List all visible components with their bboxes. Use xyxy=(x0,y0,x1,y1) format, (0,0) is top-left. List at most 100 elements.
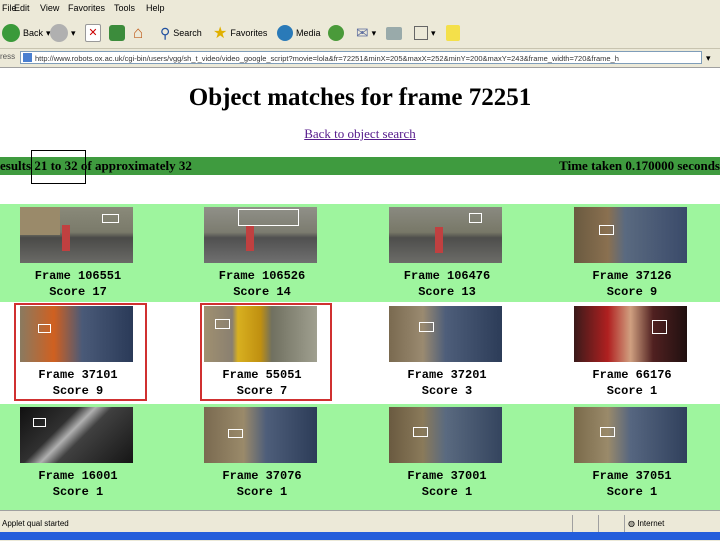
taskbar xyxy=(0,532,720,540)
toolbar: Back ▾ ▾ ✕ ⌂ ⚲ Search ★ Favorites Media … xyxy=(0,18,720,49)
frame-label: Frame 106476 xyxy=(403,269,491,283)
stop-icon: ✕ xyxy=(85,24,101,42)
frame-thumbnail[interactable] xyxy=(574,207,687,263)
score-label: Score 1 xyxy=(606,485,658,499)
score-label: Score 17 xyxy=(49,285,107,299)
back-button[interactable]: Back ▾ xyxy=(2,22,51,44)
frame-label: Frame 16001 xyxy=(38,469,118,483)
results-row: Frame 106551 Score 17 Frame 106526 Score… xyxy=(0,204,720,302)
home-icon: ⌂ xyxy=(133,23,144,42)
status-text: Applet qual started xyxy=(2,519,69,528)
result-cell[interactable]: Frame 37126 Score 9 xyxy=(567,204,697,300)
menu-view[interactable]: View xyxy=(40,3,59,13)
chevron-down-icon[interactable]: ▾ xyxy=(372,28,377,39)
frame-label: Frame 55051 xyxy=(222,368,302,382)
address-input[interactable]: http://www.robots.ox.ac.uk/cgi-bin/users… xyxy=(20,51,702,64)
frame-label: Frame 37101 xyxy=(38,368,118,382)
forward-button[interactable]: ▾ xyxy=(50,22,76,44)
print-button[interactable] xyxy=(386,22,402,44)
address-bar: ress http://www.robots.ox.ac.uk/cgi-bin/… xyxy=(0,49,720,68)
score-label: Score 1 xyxy=(606,384,658,398)
mail-button[interactable]: ✉ ▾ xyxy=(356,22,376,44)
score-label: Score 1 xyxy=(421,485,473,499)
chevron-down-icon[interactable]: ▾ xyxy=(71,28,76,39)
favorites-label: Favorites xyxy=(230,28,268,38)
search-button[interactable]: ⚲ Search xyxy=(160,22,202,44)
frame-label: Frame 106526 xyxy=(218,269,306,283)
refresh-button[interactable] xyxy=(109,22,125,44)
result-cell[interactable]: Frame 106551 Score 17 xyxy=(13,204,143,300)
result-cell[interactable]: Frame 37051 Score 1 xyxy=(567,404,697,500)
security-zone: ◍ Internet xyxy=(628,519,664,528)
frame-thumbnail[interactable] xyxy=(204,407,317,463)
result-cell[interactable]: Frame 106476 Score 13 xyxy=(382,204,512,300)
frame-label: Frame 37001 xyxy=(407,469,487,483)
frame-thumbnail[interactable] xyxy=(204,306,317,362)
home-button[interactable]: ⌂ xyxy=(133,22,143,44)
score-label: Score 9 xyxy=(606,285,658,299)
forward-arrow-icon xyxy=(50,24,68,42)
frame-thumbnail[interactable] xyxy=(574,407,687,463)
back-label: Back xyxy=(23,28,44,38)
result-cell[interactable]: Frame 55051 Score 7 xyxy=(197,303,327,399)
back-to-search-link[interactable]: Back to object search xyxy=(0,126,720,142)
results-row: Frame 37101 Score 9 Frame 55051 Score 7 … xyxy=(0,303,720,403)
media-globe-icon xyxy=(277,25,293,41)
score-label: Score 9 xyxy=(52,384,104,398)
page-content: Object matches for frame 72251 Back to o… xyxy=(0,68,720,510)
menu-edit[interactable]: Edit xyxy=(14,3,30,13)
score-label: Score 14 xyxy=(233,285,291,299)
result-cell[interactable]: Frame 16001 Score 1 xyxy=(13,404,143,500)
media-button[interactable]: Media xyxy=(277,22,321,44)
results-range-highlight xyxy=(31,150,86,184)
stop-button[interactable]: ✕ xyxy=(85,22,101,44)
results-row: Frame 16001 Score 1 Frame 37076 Score 1 … xyxy=(0,404,720,510)
status-divider xyxy=(572,515,573,533)
frame-thumbnail[interactable] xyxy=(389,407,502,463)
favorites-button[interactable]: ★ Favorites xyxy=(213,22,267,44)
frame-thumbnail[interactable] xyxy=(20,306,133,362)
frame-thumbnail[interactable] xyxy=(389,306,502,362)
page-title: Object matches for frame 72251 xyxy=(188,84,532,111)
result-cell[interactable]: Frame 106526 Score 14 xyxy=(197,204,327,300)
frame-thumbnail[interactable] xyxy=(574,306,687,362)
result-cell[interactable]: Frame 37101 Score 9 xyxy=(13,303,143,399)
chevron-down-icon[interactable]: ▾ xyxy=(706,53,711,64)
globe-icon: ◍ xyxy=(628,519,635,528)
history-button[interactable] xyxy=(328,22,344,44)
star-icon: ★ xyxy=(213,25,228,42)
frame-label: Frame 37051 xyxy=(592,469,672,483)
edit-button[interactable]: ▾ xyxy=(414,22,436,44)
menu-favorites[interactable]: Favorites xyxy=(68,3,105,13)
frame-thumbnail[interactable] xyxy=(20,407,133,463)
address-label: ress xyxy=(0,52,16,61)
results-suffix: of approximately 32 xyxy=(77,158,192,173)
edit-icon xyxy=(414,26,428,40)
refresh-icon xyxy=(109,25,125,41)
result-cell[interactable]: Frame 37201 Score 3 xyxy=(382,303,512,399)
zone-label: Internet xyxy=(637,519,665,528)
frame-thumbnail[interactable] xyxy=(204,207,317,263)
search-label: Search xyxy=(173,28,202,38)
back-arrow-icon xyxy=(2,24,20,42)
frame-thumbnail[interactable] xyxy=(20,207,133,263)
results-prefix: esults xyxy=(0,158,35,173)
chevron-down-icon[interactable]: ▾ xyxy=(431,28,436,39)
history-icon xyxy=(328,25,344,41)
score-label: Score 1 xyxy=(52,485,104,499)
frame-thumbnail[interactable] xyxy=(389,207,502,263)
result-cell[interactable]: Frame 37076 Score 1 xyxy=(197,404,327,500)
score-label: Score 3 xyxy=(421,384,473,398)
results-summary: esults 21 to 32 of approximately 32 xyxy=(0,157,192,175)
menu-help[interactable]: Help xyxy=(146,3,165,13)
score-label: Score 1 xyxy=(236,485,288,499)
notes-button[interactable] xyxy=(446,22,460,44)
result-cell[interactable]: Frame 37001 Score 1 xyxy=(382,404,512,500)
note-icon xyxy=(446,25,460,41)
printer-icon xyxy=(386,26,402,40)
media-label: Media xyxy=(296,28,321,38)
frame-label: Frame 37076 xyxy=(222,469,302,483)
result-cell[interactable]: Frame 66176 Score 1 xyxy=(567,303,697,399)
frame-label: Frame 37126 xyxy=(592,269,672,283)
menu-tools[interactable]: Tools xyxy=(114,3,135,13)
